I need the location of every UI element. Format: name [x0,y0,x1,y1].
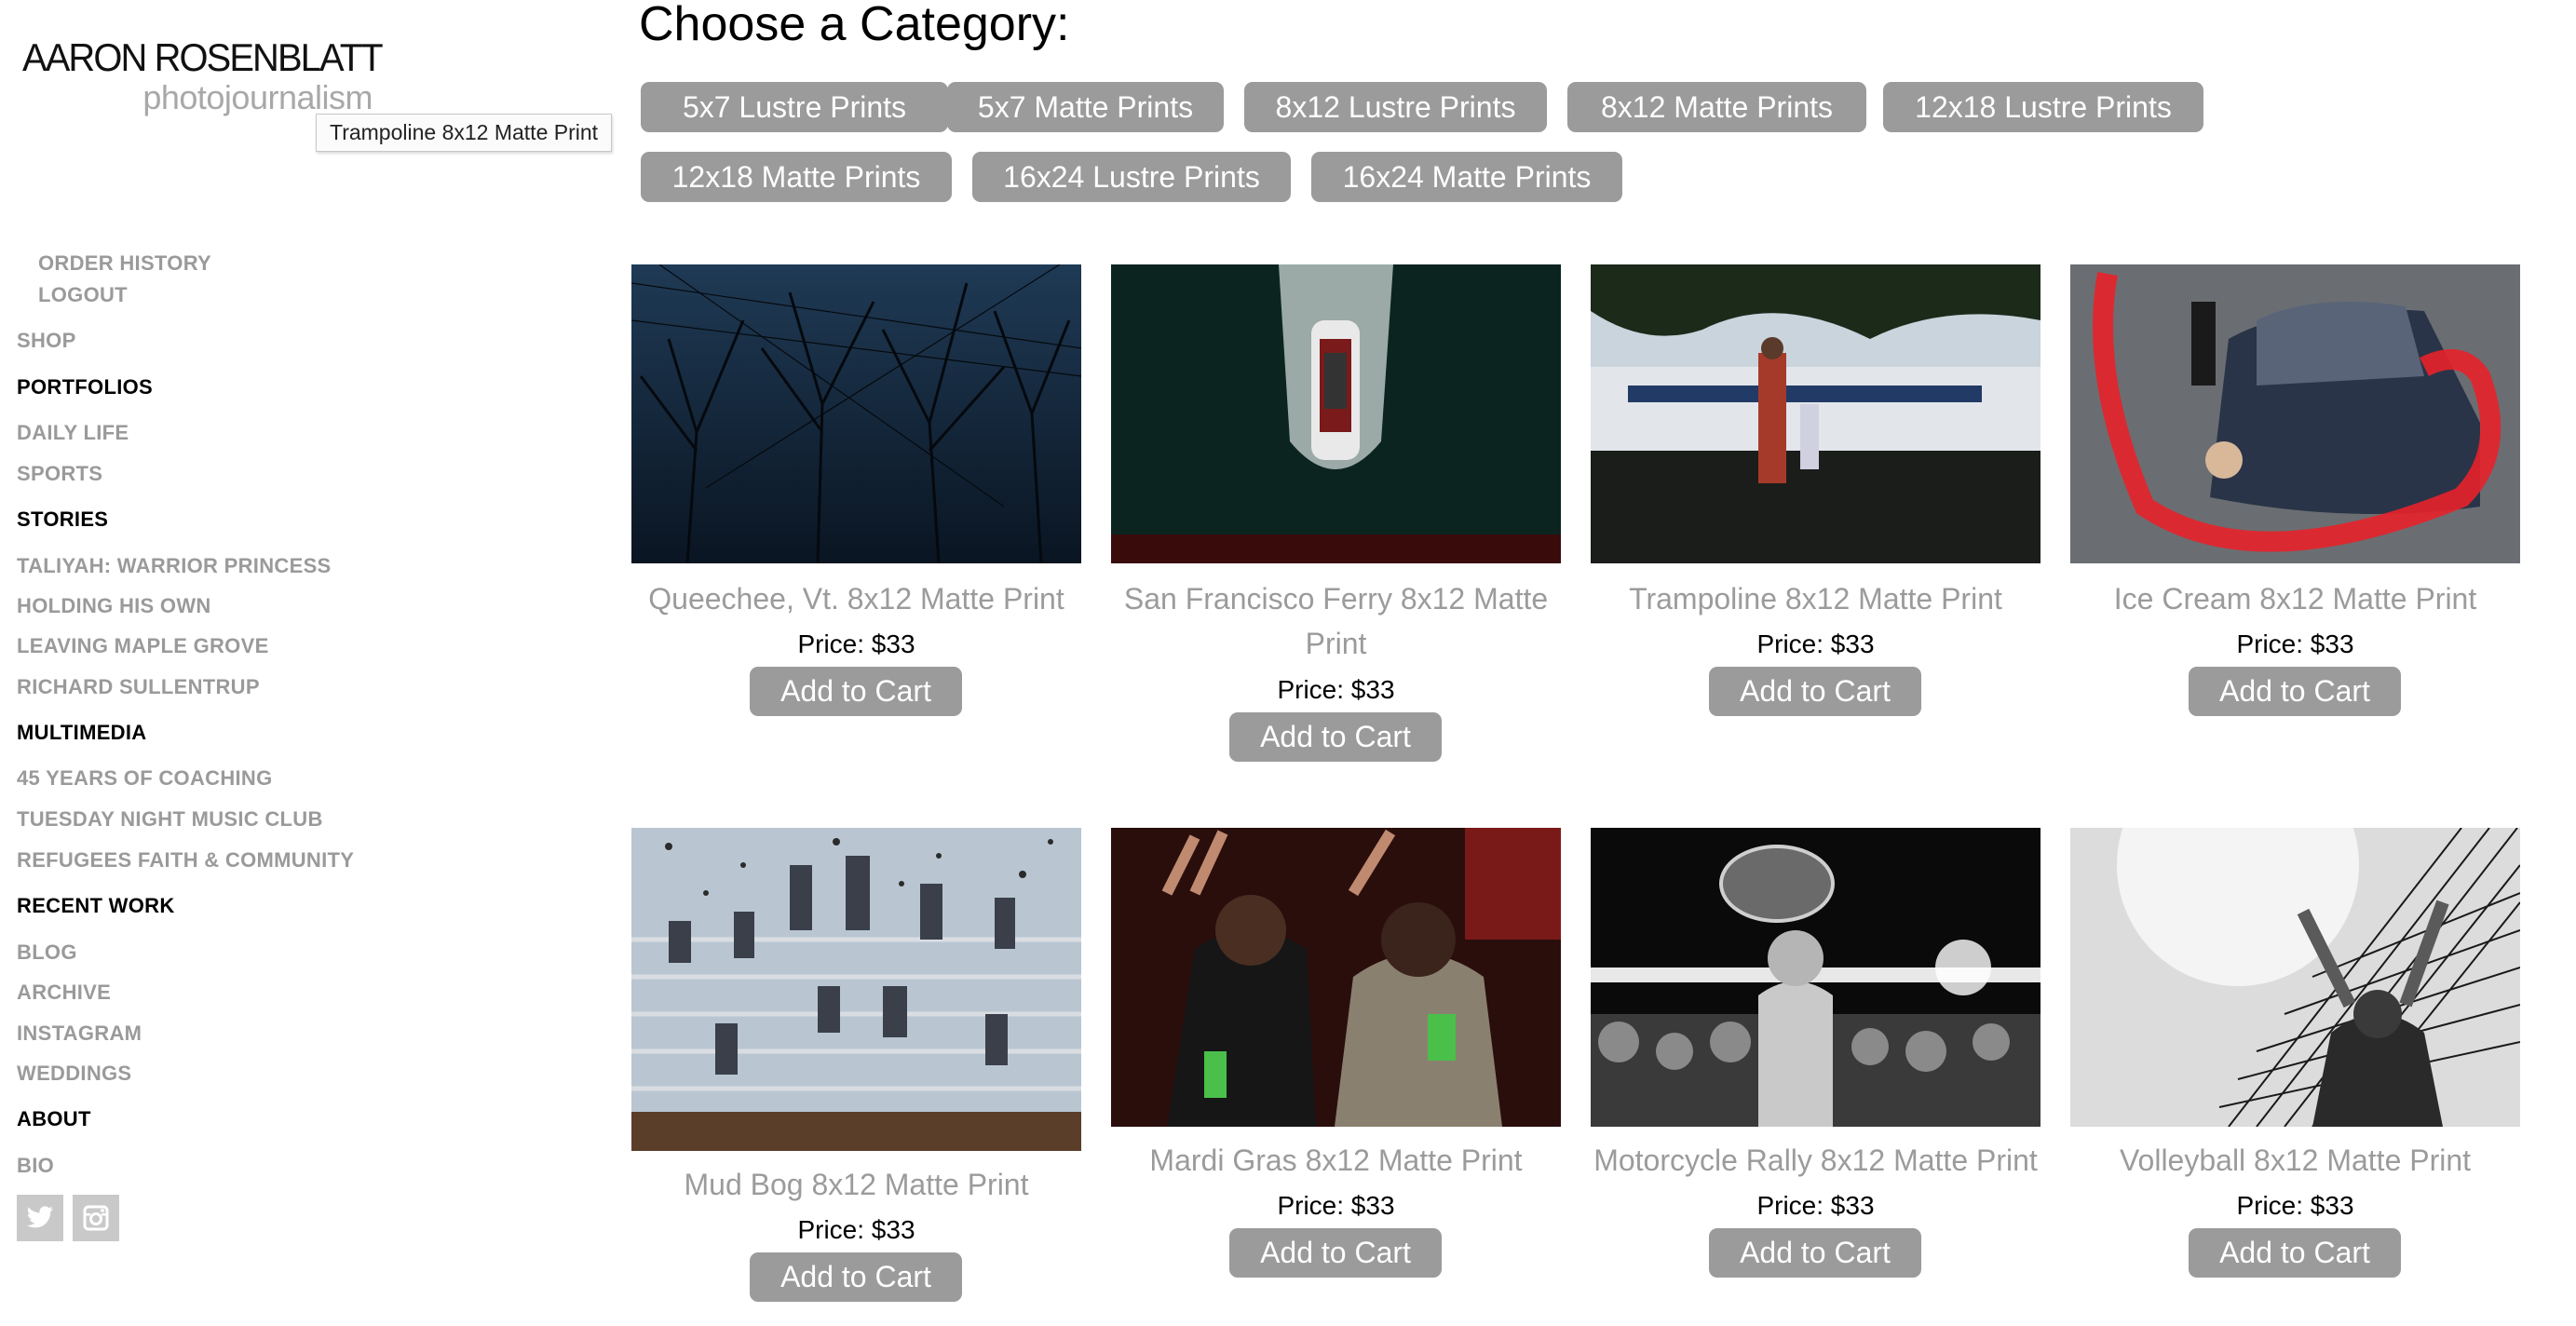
nav-leaving-maple-grove[interactable]: LEAVING MAPLE GROVE [17,634,269,658]
add-to-cart-button-6[interactable]: Add to Cart [1229,1228,1442,1278]
nav-45-years-of-coaching[interactable]: 45 YEARS OF COACHING [17,766,273,791]
product-price-3: Price: $33 [1756,629,1875,658]
add-to-cart-button-1[interactable]: Add to Cart [750,667,962,716]
product-photo-volleyball[interactable] [2070,828,2520,1127]
nav-richard-sullentrup[interactable]: RICHARD SULLENTRUP [17,675,260,699]
product-title-4[interactable]: Ice Cream 8x12 Matte Print [2070,576,2520,621]
product-title-6[interactable]: Mardi Gras 8x12 Matte Print [1111,1138,1561,1183]
product-title-7[interactable]: Motorcycle Rally 8x12 Matte Print [1591,1138,2040,1183]
nav-taliyah[interactable]: TALIYAH: WARRIOR PRINCESS [17,554,332,578]
site-logo[interactable]: AARON ROSENBLATT photojournalism [22,35,395,119]
add-to-cart-button-3[interactable]: Add to Cart [1709,667,1921,716]
product-photo-queechee[interactable] [631,264,1081,563]
nav-logout[interactable]: LOGOUT [38,283,128,307]
add-to-cart-button-7[interactable]: Add to Cart [1709,1228,1921,1278]
hover-tooltip: Trampoline 8x12 Matte Print [316,114,613,152]
product-title-5[interactable]: Mud Bog 8x12 Matte Print [631,1162,1081,1207]
category-8x12-matte[interactable]: 8x12 Matte Prints [1567,82,1866,132]
nav-sports[interactable]: SPORTS [17,462,102,486]
product-title-1[interactable]: Queechee, Vt. 8x12 Matte Print [631,576,1081,621]
instagram-link[interactable] [73,1195,119,1241]
product-price-8: Price: $33 [2236,1191,2354,1220]
product-title-8[interactable]: Volleyball 8x12 Matte Print [2070,1138,2520,1183]
nav-tuesday-night-music-club[interactable]: TUESDAY NIGHT MUSIC CLUB [17,807,323,832]
twitter-link[interactable] [17,1195,63,1241]
nav-multimedia[interactable]: MULTIMEDIA [17,721,146,745]
product-title-2[interactable]: San Francisco Ferry 8x12 Matte Print [1111,576,1561,666]
twitter-icon [26,1206,53,1228]
category-5x7-matte[interactable]: 5x7 Matte Prints [947,82,1224,132]
nav-portfolios[interactable]: PORTFOLIOS [17,375,153,399]
nav-stories[interactable]: STORIES [17,507,108,532]
nav-blog[interactable]: BLOG [17,940,77,965]
product-price-7: Price: $33 [1756,1191,1875,1220]
nav-holding-his-own[interactable]: HOLDING HIS OWN [17,594,211,618]
nav-refugees[interactable]: REFUGEES FAITH & COMMUNITY [17,848,354,873]
nav-shop[interactable]: SHOP [17,329,76,353]
add-to-cart-button-5[interactable]: Add to Cart [750,1252,962,1302]
category-8x12-lustre[interactable]: 8x12 Lustre Prints [1244,82,1547,132]
nav-instagram[interactable]: INSTAGRAM [17,1022,142,1046]
product-price-4: Price: $33 [2236,629,2354,658]
add-to-cart-button-2[interactable]: Add to Cart [1229,712,1442,762]
nav-order-history[interactable]: ORDER HISTORY [38,251,211,276]
product-price-2: Price: $33 [1277,675,1395,704]
product-price-1: Price: $33 [797,629,915,658]
nav-recent-work[interactable]: RECENT WORK [17,894,175,918]
nav-archive[interactable]: ARCHIVE [17,981,111,1005]
category-12x18-matte[interactable]: 12x18 Matte Prints [641,152,952,202]
logo-subtitle: photojournalism [142,78,373,116]
nav-weddings[interactable]: WEDDINGS [17,1062,131,1086]
product-photo-mardi-gras[interactable] [1111,828,1561,1127]
category-12x18-lustre[interactable]: 12x18 Lustre Prints [1883,82,2203,132]
nav-daily-life[interactable]: DAILY LIFE [17,421,129,445]
page-heading: Choose a Category: [639,0,1070,51]
nav-bio[interactable]: BIO [17,1154,54,1178]
logo-name: AARON ROSENBLATT [22,35,384,79]
nav-about[interactable]: ABOUT [17,1107,91,1131]
add-to-cart-button-4[interactable]: Add to Cart [2189,667,2401,716]
category-16x24-matte[interactable]: 16x24 Matte Prints [1311,152,1622,202]
product-photo-trampoline[interactable] [1591,264,2040,563]
category-5x7-lustre[interactable]: 5x7 Lustre Prints [641,82,948,132]
instagram-icon [83,1205,109,1231]
product-photo-motorcycle-rally[interactable] [1591,828,2040,1127]
product-price-6: Price: $33 [1277,1191,1395,1220]
product-price-5: Price: $33 [797,1215,915,1244]
product-photo-mud-bog[interactable] [631,828,1081,1151]
product-title-3[interactable]: Trampoline 8x12 Matte Print [1591,576,2040,621]
add-to-cart-button-8[interactable]: Add to Cart [2189,1228,2401,1278]
category-16x24-lustre[interactable]: 16x24 Lustre Prints [972,152,1291,202]
product-photo-ice-cream[interactable] [2070,264,2520,563]
product-photo-ferry[interactable] [1111,264,1561,563]
